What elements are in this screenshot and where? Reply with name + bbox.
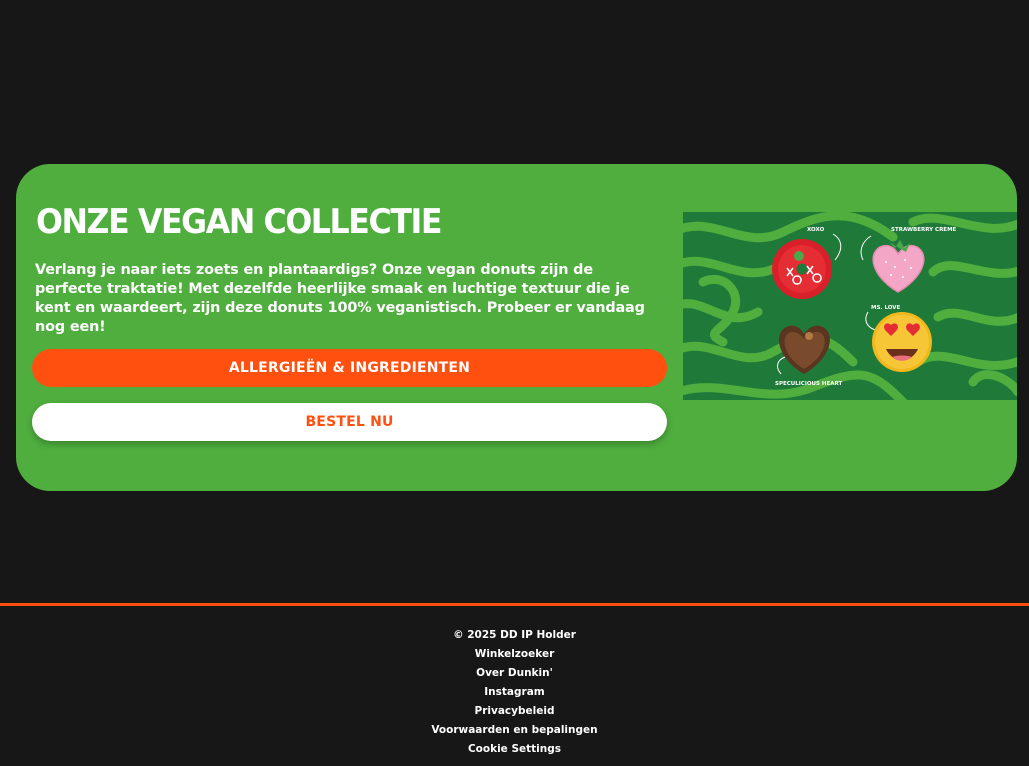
- footer-link-voorwaarden[interactable]: Voorwaarden en bepalingen: [0, 721, 1029, 740]
- footer-link-cookie-settings[interactable]: Cookie Settings: [0, 740, 1029, 759]
- xoxo-donut: [772, 239, 832, 299]
- ms-love-smiley-donut: [872, 312, 932, 372]
- image-label-xoxo: XOXO: [807, 227, 825, 233]
- allergies-ingredients-button[interactable]: ALLERGIEËN & INGREDIENTEN: [32, 349, 667, 387]
- vegan-donuts-image: XOXO STRAWBERRY CREME MS. LOVE SPECULICI…: [683, 212, 1017, 400]
- footer-link-privacybeleid[interactable]: Privacybeleid: [0, 702, 1029, 721]
- footer: © 2025 DD IP Holder Winkelzoeker Over Du…: [0, 626, 1029, 759]
- footer-copyright: © 2025 DD IP Holder: [453, 629, 576, 641]
- footer-link-over-dunkin[interactable]: Over Dunkin': [0, 664, 1029, 683]
- image-label-ms-love: MS. LOVE: [871, 305, 901, 311]
- footer-divider: [0, 603, 1029, 606]
- vegan-collection-card: ONZE VEGAN COLLECTIE Verlang je naar iet…: [16, 164, 1017, 491]
- footer-link-instagram[interactable]: Instagram: [0, 683, 1029, 702]
- order-now-button[interactable]: BESTEL NU: [32, 403, 667, 441]
- footer-link-winkelzoeker[interactable]: Winkelzoeker: [0, 645, 1029, 664]
- image-label-speculicious: SPECULICIOUS HEART: [775, 381, 843, 387]
- section-title: ONZE VEGAN COLLECTIE: [36, 202, 442, 242]
- image-label-strawberry: STRAWBERRY CREME: [891, 227, 957, 233]
- section-description: Verlang je naar iets zoets en plantaardi…: [35, 262, 645, 335]
